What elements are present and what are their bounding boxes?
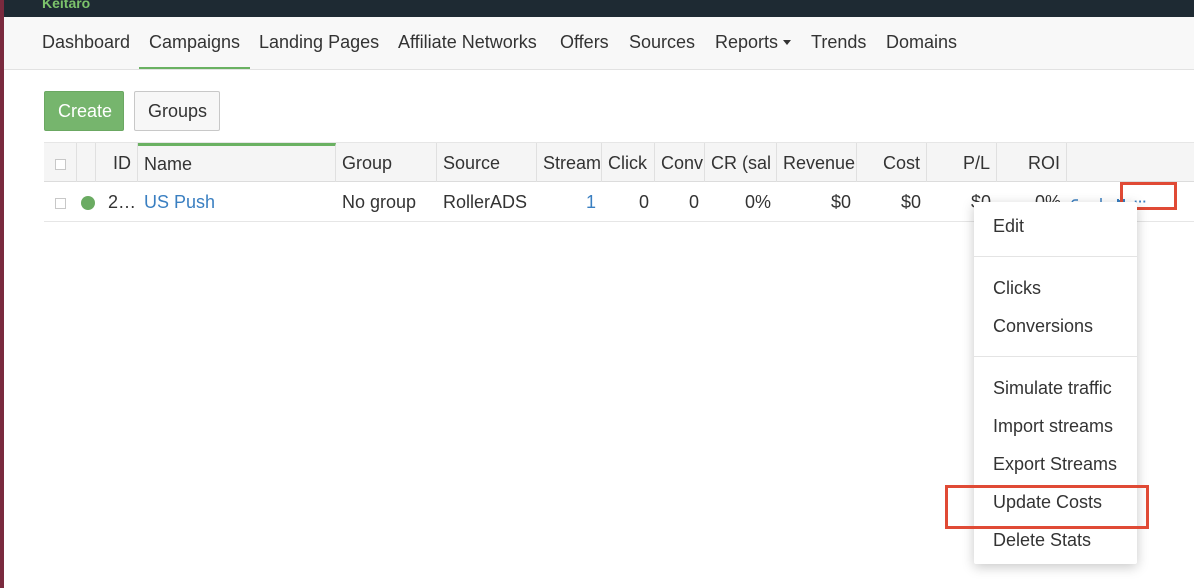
column-header-name[interactable]: Name bbox=[138, 143, 336, 183]
column-header-cost[interactable]: Cost bbox=[857, 143, 927, 183]
nav-sources[interactable]: Sources bbox=[619, 17, 705, 69]
menu-item-conversions[interactable]: Conversions bbox=[974, 309, 1137, 343]
create-button[interactable]: Create bbox=[44, 91, 124, 131]
context-menu: Edit Clicks Conversions Simulate traffic… bbox=[974, 202, 1137, 564]
column-header-source[interactable]: Source bbox=[437, 143, 537, 183]
streams-link[interactable]: 1 bbox=[586, 192, 596, 212]
cell-conversions: 0 bbox=[688, 192, 699, 212]
menu-divider bbox=[974, 256, 1137, 257]
menu-item-export-streams[interactable]: Export Streams bbox=[974, 447, 1137, 481]
table-header: ID Name Group Source Stream Click Conv C… bbox=[44, 142, 1194, 183]
menu-item-delete-stats[interactable]: Delete Stats bbox=[974, 523, 1137, 557]
nav-domains[interactable]: Domains bbox=[876, 17, 967, 69]
cell-streams: 1 bbox=[537, 182, 602, 222]
menu-divider bbox=[974, 356, 1137, 357]
nav-landing-pages[interactable]: Landing Pages bbox=[249, 17, 389, 69]
nav-offers[interactable]: Offers bbox=[550, 17, 619, 69]
column-header-id[interactable]: ID bbox=[96, 143, 138, 183]
status-dot-icon bbox=[81, 196, 95, 211]
column-header-streams[interactable]: Stream bbox=[537, 143, 602, 183]
menu-item-update-costs[interactable]: Update Costs bbox=[974, 485, 1137, 519]
cell-id: 2… bbox=[108, 192, 137, 212]
campaign-name-link[interactable]: US Push bbox=[144, 192, 215, 212]
column-header-conversions[interactable]: Conv bbox=[655, 143, 705, 183]
column-header-revenue[interactable]: Revenue bbox=[777, 143, 857, 183]
app-window: Keitaro Dashboard Campaigns Landing Page… bbox=[4, 0, 1194, 588]
nav-trends[interactable]: Trends bbox=[801, 17, 876, 69]
chevron-down-icon bbox=[783, 40, 792, 45]
row-checkbox[interactable] bbox=[55, 197, 66, 209]
nav-affiliate-networks[interactable]: Affiliate Networks bbox=[388, 17, 547, 69]
cell-name: US Push bbox=[138, 182, 336, 222]
top-bar: Keitaro bbox=[4, 0, 1194, 17]
cell-revenue: $0 bbox=[830, 192, 851, 212]
groups-button[interactable]: Groups bbox=[134, 91, 220, 131]
main-nav: Dashboard Campaigns Landing Pages Affili… bbox=[4, 17, 1194, 70]
cell-source: RollerADS bbox=[443, 192, 528, 212]
cell-clicks: 0 bbox=[638, 192, 649, 212]
nav-dashboard[interactable]: Dashboard bbox=[32, 17, 140, 69]
status-cell bbox=[77, 182, 100, 222]
brand-logo[interactable]: Keitaro bbox=[42, 0, 90, 11]
menu-item-import-streams[interactable]: Import streams bbox=[974, 409, 1137, 443]
nav-reports-label: Reports bbox=[715, 32, 779, 52]
column-header-pl[interactable]: P/L bbox=[927, 143, 997, 183]
row-select-cell bbox=[44, 182, 77, 222]
menu-item-edit[interactable]: Edit bbox=[974, 209, 1137, 243]
nav-campaigns[interactable]: Campaigns bbox=[139, 17, 251, 69]
select-all-cell bbox=[44, 143, 77, 183]
column-header-clicks[interactable]: Click bbox=[602, 143, 655, 183]
cell-group: No group bbox=[342, 192, 417, 212]
nav-reports[interactable]: Reports bbox=[705, 17, 801, 69]
column-header-group[interactable]: Group bbox=[336, 143, 437, 183]
menu-item-simulate-traffic[interactable]: Simulate traffic bbox=[974, 371, 1137, 405]
status-column-header bbox=[77, 143, 96, 183]
menu-item-clicks[interactable]: Clicks bbox=[974, 271, 1137, 305]
column-header-cr[interactable]: CR (sal bbox=[705, 143, 777, 183]
cell-cr: 0% bbox=[744, 192, 771, 212]
cell-cost: $0 bbox=[900, 192, 921, 212]
select-all-checkbox[interactable] bbox=[55, 158, 66, 170]
column-header-roi[interactable]: ROI bbox=[997, 143, 1067, 183]
